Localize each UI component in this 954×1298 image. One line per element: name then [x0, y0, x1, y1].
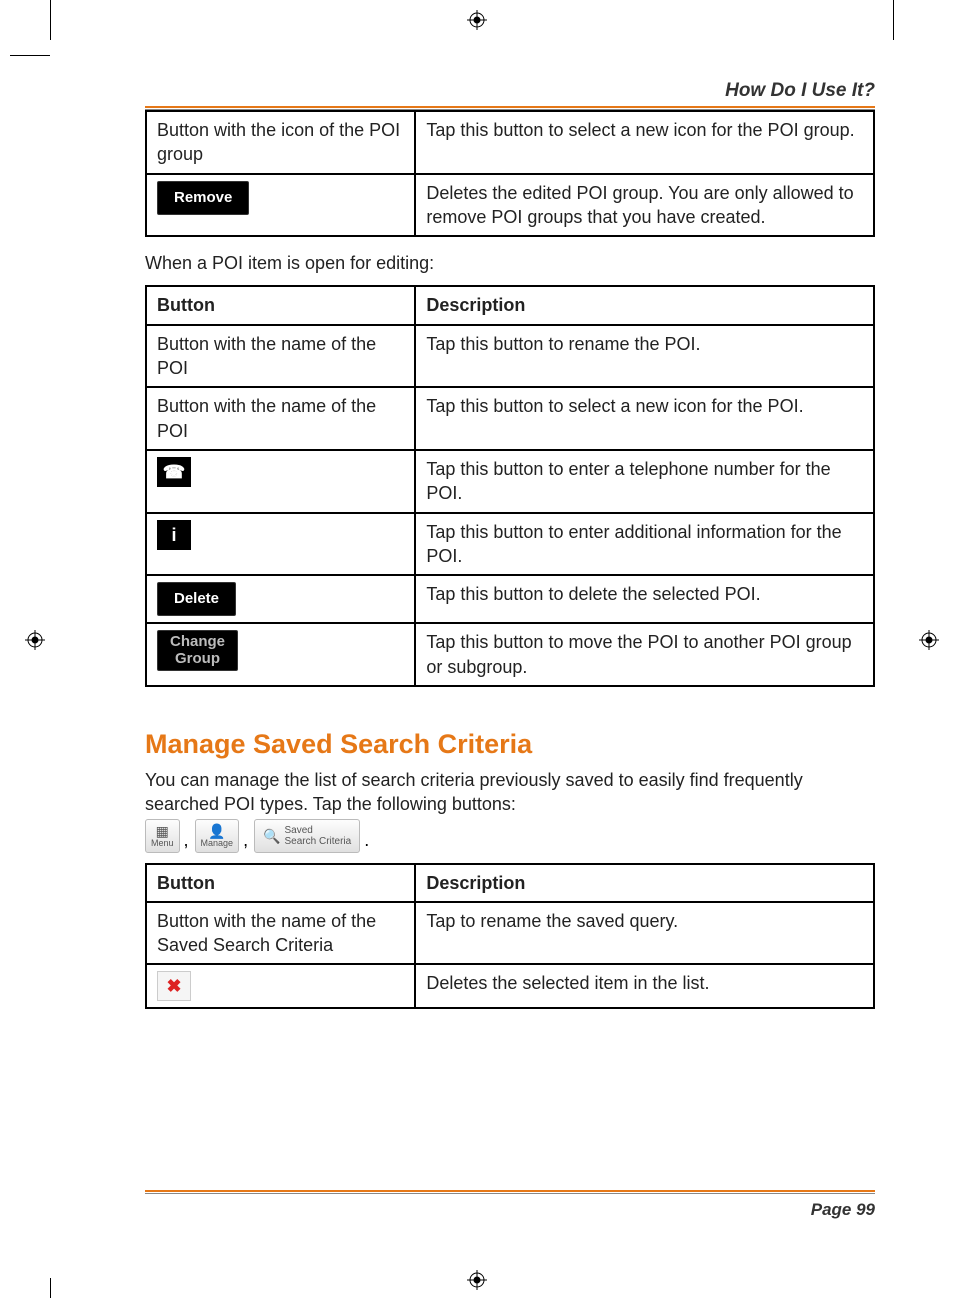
crop-mark [893, 0, 894, 40]
description-cell: Tap this button to enter a telephone num… [415, 450, 874, 513]
inline-button-sequence: ▦ Menu , 👤 Manage , 🔍 Saved Search Crite… [145, 819, 875, 853]
saved-search-table: Button Description Button with the name … [145, 863, 875, 1010]
description-cell: Tap this button to delete the selected P… [415, 575, 874, 623]
button-cell: ☎ [146, 450, 415, 513]
poi-group-table: Button with the icon of the POI group Ta… [145, 110, 875, 237]
menu-button[interactable]: ▦ Menu [145, 819, 180, 853]
button-cell: i [146, 513, 415, 576]
paragraph: When a POI item is open for editing: [145, 251, 875, 275]
divider [145, 106, 875, 108]
table-header-row: Button Description [146, 286, 874, 324]
button-cell: Button with the icon of the POI group [146, 111, 415, 174]
button-cell: Delete [146, 575, 415, 623]
table-row: Button with the name of the POI Tap this… [146, 325, 874, 388]
registration-mark [25, 630, 45, 650]
page-header: How Do I Use It? [145, 80, 875, 106]
phone-icon[interactable]: ☎ [157, 457, 191, 487]
crop-mark [10, 55, 50, 56]
description-cell: Deletes the selected item in the list. [415, 964, 874, 1008]
manage-icon: 👤 [208, 824, 225, 838]
page-number: Page 99 [145, 1200, 875, 1220]
registration-mark [467, 1270, 487, 1290]
delete-x-icon[interactable]: ✖ [157, 971, 191, 1001]
registration-mark [919, 630, 939, 650]
description-cell: Tap this button to enter additional info… [415, 513, 874, 576]
delete-button[interactable]: Delete [157, 582, 236, 616]
button-cell: Button with the name of the Saved Search… [146, 902, 415, 965]
column-header: Button [146, 286, 415, 324]
table-row: Button with the name of the Saved Search… [146, 902, 874, 965]
divider [145, 1193, 875, 1194]
button-cell: ✖ [146, 964, 415, 1008]
table-row: Delete Tap this button to delete the sel… [146, 575, 874, 623]
divider [145, 1190, 875, 1192]
poi-item-table: Button Description Button with the name … [145, 285, 875, 687]
table-row: ☎ Tap this button to enter a telephone n… [146, 450, 874, 513]
button-label: Saved Search Criteria [285, 825, 352, 847]
separator: , [243, 830, 248, 851]
search-icon: 🔍 [263, 829, 280, 843]
section-paragraph: You can manage the list of search criter… [145, 768, 875, 817]
button-label-line1: Change [170, 633, 225, 650]
saved-search-criteria-button[interactable]: 🔍 Saved Search Criteria [254, 819, 360, 853]
table-row: i Tap this button to enter additional in… [146, 513, 874, 576]
section-heading: Manage Saved Search Criteria [145, 729, 875, 760]
table-row: ✖ Deletes the selected item in the list. [146, 964, 874, 1008]
description-cell: Tap this button to rename the POI. [415, 325, 874, 388]
change-group-button[interactable]: Change Group [157, 630, 238, 671]
manage-button[interactable]: 👤 Manage [195, 819, 240, 853]
remove-button[interactable]: Remove [157, 181, 249, 215]
crop-mark [50, 1278, 51, 1298]
table-row: Change Group Tap this button to move the… [146, 623, 874, 686]
description-cell: Tap this button to select a new icon for… [415, 387, 874, 450]
column-header: Description [415, 864, 874, 902]
button-cell: Change Group [146, 623, 415, 686]
button-label: Menu [151, 838, 174, 848]
table-row: Remove Deletes the edited POI group. You… [146, 174, 874, 237]
description-cell: Tap this button to move the POI to anoth… [415, 623, 874, 686]
button-cell: Remove [146, 174, 415, 237]
separator: , [184, 830, 189, 851]
table-row: Button with the icon of the POI group Ta… [146, 111, 874, 174]
menu-icon: ▦ [156, 824, 169, 838]
column-header: Description [415, 286, 874, 324]
button-cell: Button with the name of the POI [146, 325, 415, 388]
description-cell: Tap this button to select a new icon for… [415, 111, 874, 174]
table-header-row: Button Description [146, 864, 874, 902]
table-row: Button with the name of the POI Tap this… [146, 387, 874, 450]
button-label: Manage [201, 838, 234, 848]
registration-mark [467, 10, 487, 30]
info-icon[interactable]: i [157, 520, 191, 550]
page-content: How Do I Use It? Button with the icon of… [145, 80, 875, 1220]
separator: . [364, 830, 369, 851]
description-cell: Tap to rename the saved query. [415, 902, 874, 965]
button-label-line2: Group [175, 650, 220, 667]
column-header: Button [146, 864, 415, 902]
page-footer: Page 99 [145, 1180, 875, 1220]
crop-mark [50, 0, 51, 40]
description-cell: Deletes the edited POI group. You are on… [415, 174, 874, 237]
button-cell: Button with the name of the POI [146, 387, 415, 450]
